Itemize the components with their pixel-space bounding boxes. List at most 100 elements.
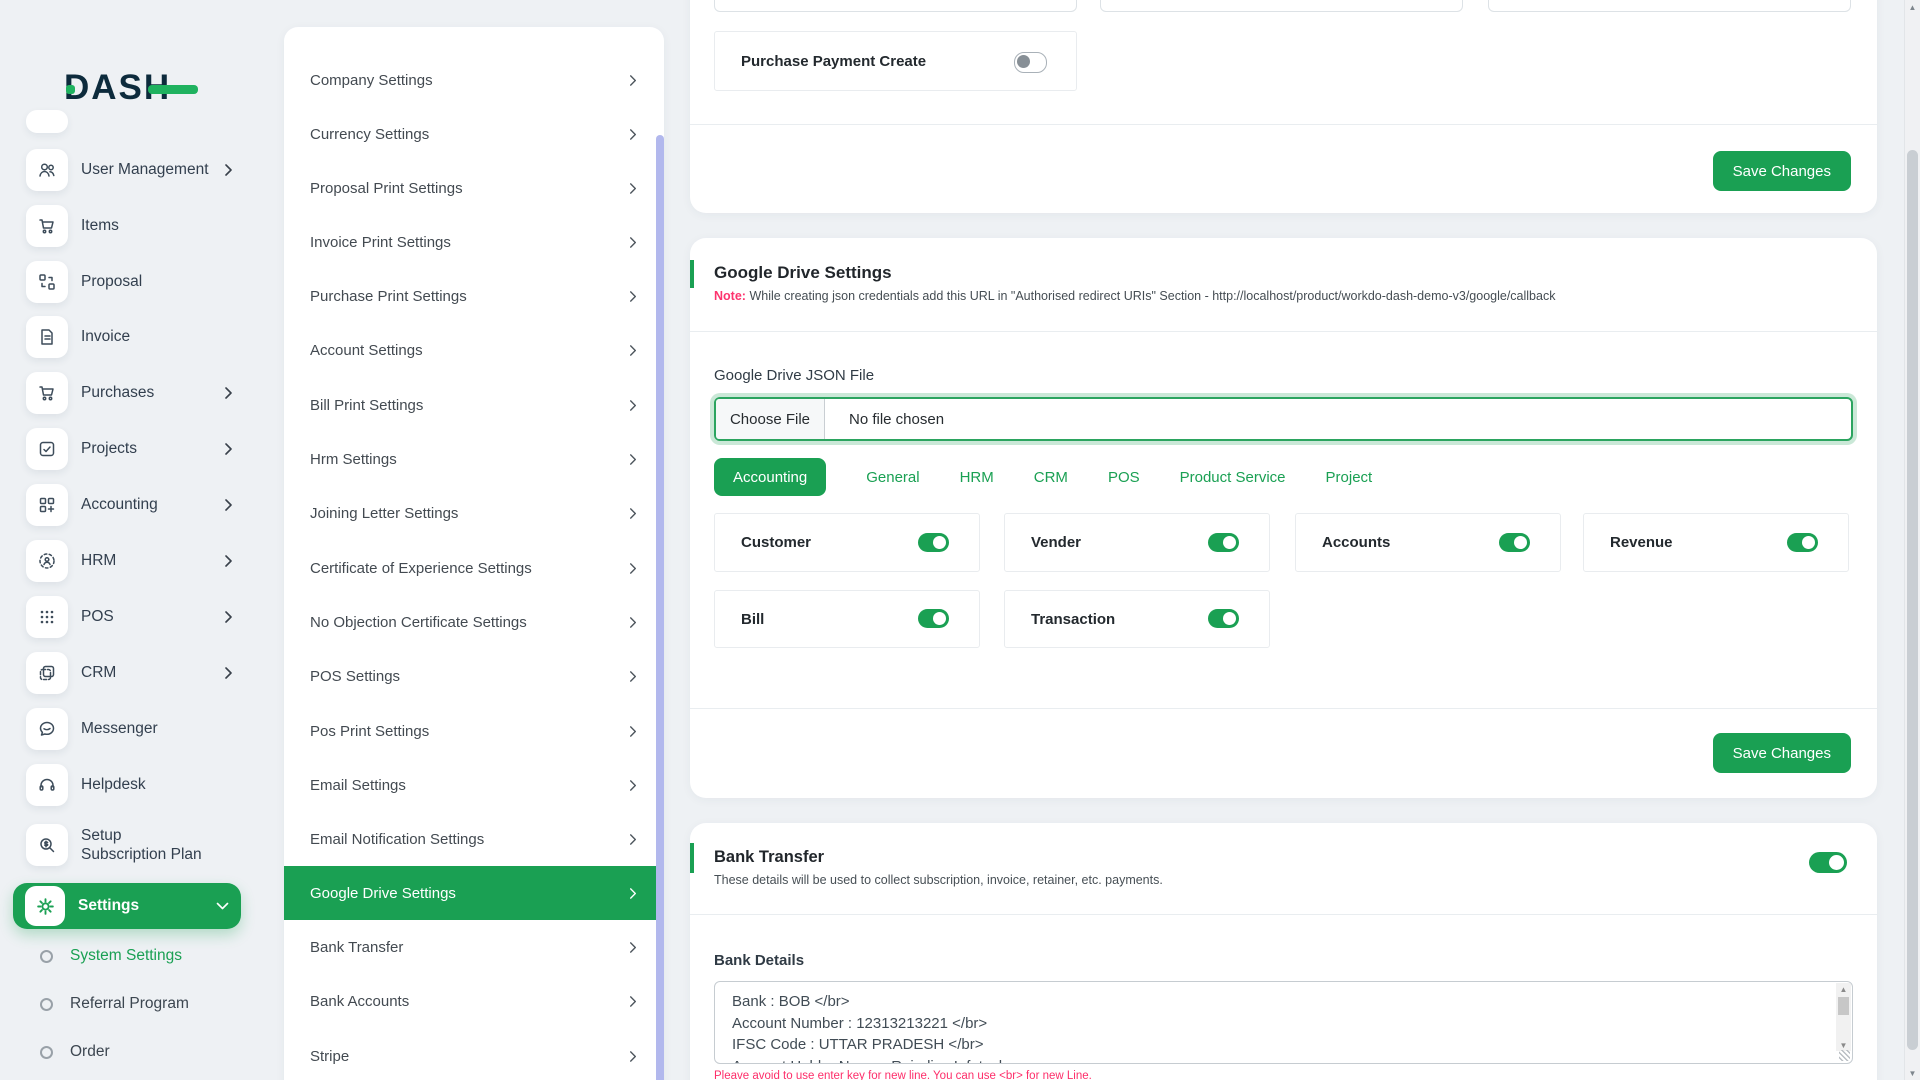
chevron-right-icon xyxy=(628,887,638,899)
bank-transfer-toggle[interactable] xyxy=(1809,852,1847,873)
scroll-down-icon[interactable]: ▼ xyxy=(1905,1066,1920,1080)
cutoff-field-2[interactable] xyxy=(1100,0,1463,12)
page-scrollbar-thumb[interactable] xyxy=(1907,150,1918,1050)
settings-nav-currency-settings[interactable]: Currency Settings xyxy=(284,107,664,161)
green-accent-bar xyxy=(690,843,694,873)
accounts-toggle[interactable] xyxy=(1499,532,1530,552)
chevron-right-icon xyxy=(628,399,638,411)
settings-nav-company-settings[interactable]: Company Settings xyxy=(284,53,664,107)
settings-nav-no-objection-certificate-settings[interactable]: No Objection Certificate Settings xyxy=(284,595,664,649)
settings-nav-joining-letter-settings[interactable]: Joining Letter Settings xyxy=(284,486,664,540)
sidebar-item-label: Accounting xyxy=(81,496,158,514)
tab-general[interactable]: General xyxy=(866,469,919,486)
settings-nav-email-settings[interactable]: Email Settings xyxy=(284,758,664,812)
tab-hrm[interactable]: HRM xyxy=(960,469,994,486)
textarea-scrollbar-thumb[interactable] xyxy=(1838,997,1849,1015)
bank-details-label: Bank Details xyxy=(714,952,805,969)
save-changes-button[interactable]: Save Changes xyxy=(1712,733,1851,773)
settings-nav-bank-accounts[interactable]: Bank Accounts xyxy=(284,974,664,1028)
sidebar-item-accounting[interactable]: Accounting xyxy=(26,484,234,526)
sidebar-item-projects[interactable]: Projects xyxy=(26,428,234,470)
sidebar-item-items[interactable]: Items xyxy=(26,205,234,247)
textarea-scrollbar[interactable]: ▲ ▼ xyxy=(1836,983,1851,1051)
dash-logo[interactable]: DASH xyxy=(64,68,204,112)
settings-nav-proposal-print-settings[interactable]: Proposal Print Settings xyxy=(284,161,664,215)
sidebar-item-label: Proposal xyxy=(81,273,143,291)
tab-product-service[interactable]: Product Service xyxy=(1180,469,1286,486)
settings-nav-label: Google Drive Settings xyxy=(310,884,456,902)
cutoff-field-3[interactable] xyxy=(1488,0,1851,12)
settings-nav-invoice-print-settings[interactable]: Invoice Print Settings xyxy=(284,215,664,269)
purchase-payment-create-cell: Purchase Payment Create xyxy=(714,31,1077,91)
choose-file-button[interactable]: Choose File xyxy=(716,399,825,439)
save-changes-button[interactable]: Save Changes xyxy=(1712,151,1851,191)
settings-nav-pos-settings[interactable]: POS Settings xyxy=(284,649,664,703)
bank-transfer-card: Bank Transfer These details will be used… xyxy=(690,823,1877,1080)
resize-grip-icon[interactable] xyxy=(1839,1050,1850,1061)
file-field-label: Google Drive JSON File xyxy=(714,367,875,384)
module-cell-vender: Vender xyxy=(1004,513,1270,572)
sidebar-subitem-order[interactable]: Order xyxy=(40,1042,110,1062)
settings-nav-label: No Objection Certificate Settings xyxy=(310,613,527,631)
chevron-right-icon xyxy=(628,941,638,953)
tab-pos[interactable]: POS xyxy=(1108,469,1140,486)
settings-nav-bank-transfer[interactable]: Bank Transfer xyxy=(284,920,664,974)
vender-toggle[interactable] xyxy=(1208,532,1239,552)
page-scrollbar[interactable]: ▲ ▼ xyxy=(1904,0,1920,1080)
sidebar-item-invoice[interactable]: Invoice xyxy=(26,316,234,358)
sidebar-item-crm[interactable]: CRM xyxy=(26,652,234,694)
settings-nav-account-settings[interactable]: Account Settings xyxy=(284,323,664,377)
settings-nav-hrm-settings[interactable]: Hrm Settings xyxy=(284,432,664,486)
card-title: Bank Transfer xyxy=(714,848,825,866)
transaction-toggle[interactable] xyxy=(1208,609,1239,628)
sidebar-item-messenger[interactable]: Messenger xyxy=(26,708,234,750)
chevron-down-icon xyxy=(216,901,229,912)
sidebar-subitem-system-settings[interactable]: System Settings xyxy=(40,946,182,966)
sidebar-item-label: Projects xyxy=(81,440,137,458)
settings-nav-purchase-print-settings[interactable]: Purchase Print Settings xyxy=(284,269,664,323)
module-cell-bill: Bill xyxy=(714,590,980,648)
divider xyxy=(690,708,1877,709)
sidebar-subitem-referral-program[interactable]: Referral Program xyxy=(40,994,189,1014)
settings-sidebar: Company Settings Currency Settings Propo… xyxy=(284,27,664,1080)
revenue-toggle[interactable] xyxy=(1787,532,1818,552)
purchase-payment-create-toggle[interactable] xyxy=(1014,52,1047,73)
sidebar-item-helpdesk[interactable]: Helpdesk xyxy=(26,764,234,806)
chat-bubble-icon xyxy=(26,708,68,750)
sidebar-item-proposal[interactable]: Proposal xyxy=(26,261,234,303)
sidebar-item-label: POS xyxy=(81,608,114,626)
scroll-up-icon[interactable]: ▲ xyxy=(1905,0,1920,14)
tab-project[interactable]: Project xyxy=(1326,469,1373,486)
settings-nav-google-drive-settings[interactable]: Google Drive Settings xyxy=(284,866,664,920)
sidebar-item-label: Purchases xyxy=(81,384,155,402)
google-drive-json-file-input[interactable]: Choose File No file chosen xyxy=(714,397,1853,441)
sidebar-item-pos[interactable]: POS xyxy=(26,596,234,638)
scroll-up-icon[interactable]: ▲ xyxy=(1836,983,1851,995)
sidebar-item-purchases[interactable]: Purchases xyxy=(26,372,234,414)
bullet-ring-icon xyxy=(40,949,53,963)
sidebar-item-hrm[interactable]: HRM xyxy=(26,540,234,582)
sidebar-item-label: User Management xyxy=(81,161,209,179)
tab-accounting[interactable]: Accounting xyxy=(714,458,827,496)
sidebar-item-setup-subscription-plan[interactable]: Setup Subscription Plan xyxy=(26,824,234,866)
bank-details-textarea[interactable]: Bank : BOB </br> Account Number : 123132… xyxy=(714,981,1853,1064)
chevron-right-icon xyxy=(628,1050,638,1062)
customer-toggle[interactable] xyxy=(918,532,949,552)
card-subtitle: These details will be used to collect su… xyxy=(714,873,1163,887)
settings-nav-certificate-of-experience-settings[interactable]: Certificate of Experience Settings xyxy=(284,541,664,595)
chevron-right-icon xyxy=(628,725,638,737)
cutoff-field-1[interactable] xyxy=(714,0,1077,12)
chevron-right-icon xyxy=(628,74,638,86)
settings-scrollbar-thumb[interactable] xyxy=(656,135,664,1080)
note-text: Note: While creating json credentials ad… xyxy=(714,289,1556,303)
sidebar-item-settings[interactable]: Settings xyxy=(13,883,241,929)
sidebar-item-user-management[interactable]: User Management xyxy=(26,149,234,191)
proposal-icon xyxy=(26,261,68,303)
settings-nav-pos-print-settings[interactable]: Pos Print Settings xyxy=(284,704,664,758)
settings-nav-email-notification-settings[interactable]: Email Notification Settings xyxy=(284,812,664,866)
tab-crm[interactable]: CRM xyxy=(1034,469,1068,486)
chevron-right-icon xyxy=(223,667,234,679)
settings-nav-bill-print-settings[interactable]: Bill Print Settings xyxy=(284,378,664,432)
bill-toggle[interactable] xyxy=(918,609,949,628)
settings-nav-stripe[interactable]: Stripe xyxy=(284,1029,664,1080)
